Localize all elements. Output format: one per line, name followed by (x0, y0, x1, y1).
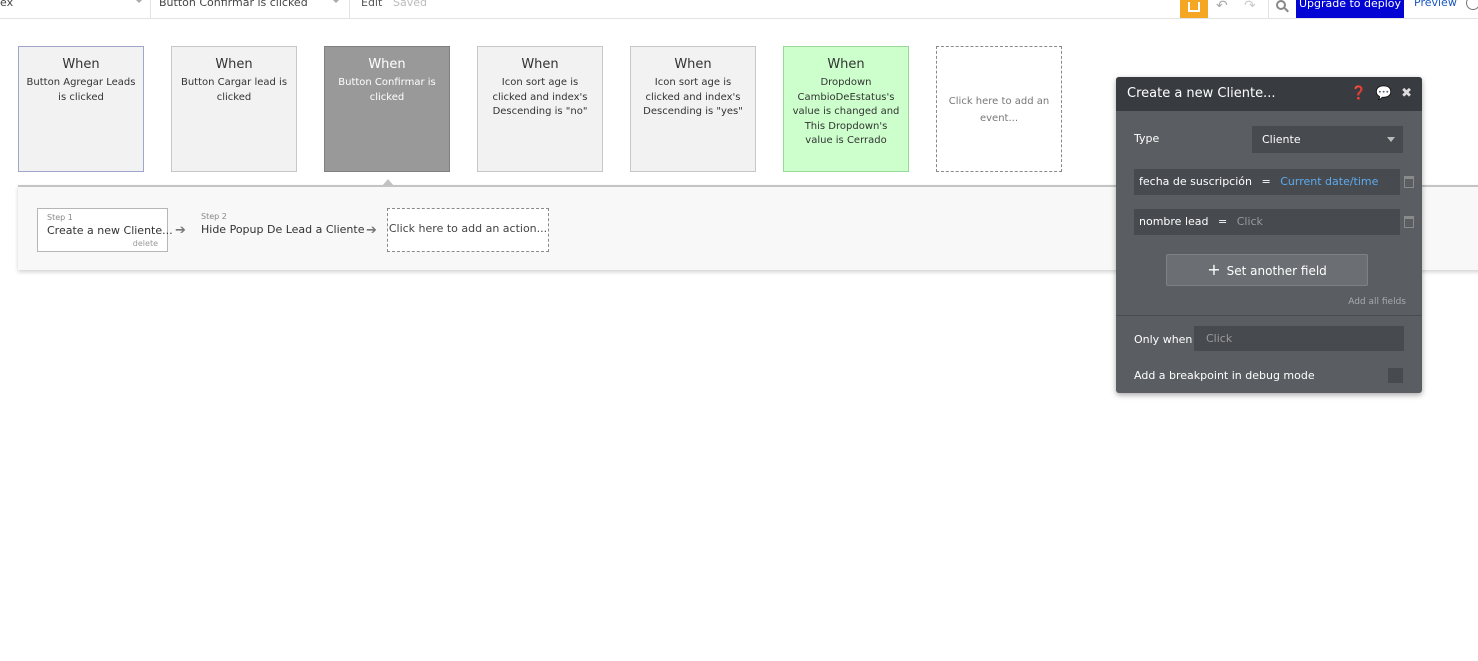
event-description: Button Cargar lead is clicked (180, 77, 288, 103)
help-icon[interactable] (1466, 0, 1478, 10)
set-another-field-label: Set another field (1226, 264, 1327, 278)
editor-header-icons: ❓ 💬 ✖ (1345, 77, 1412, 111)
only-when-input[interactable]: Click (1194, 326, 1404, 351)
event-when-label: When (62, 57, 100, 72)
search-icon-handle (1284, 7, 1289, 13)
search-button[interactable] (1268, 0, 1294, 18)
page-select[interactable]: ex (0, 0, 149, 18)
edit-link[interactable]: Edit (349, 0, 382, 18)
undo-icon[interactable]: ↶ (1216, 0, 1228, 14)
help-icon[interactable]: ❓ (1350, 77, 1366, 111)
event-when-label: When (215, 57, 253, 72)
event-when-label: When (368, 57, 406, 72)
action-property-editor: Create a new Cliente... ❓ 💬 ✖ Type Clien… (1116, 77, 1422, 393)
add-event-card[interactable]: Click here to add an event... (936, 46, 1062, 172)
chevron-down-icon (1387, 137, 1395, 142)
editor-header: Create a new Cliente... ❓ 💬 ✖ (1116, 77, 1422, 111)
redo-icon[interactable]: ↷ (1244, 0, 1256, 14)
page-select-value: ex (0, 0, 14, 9)
field-value[interactable]: Current date/time (1280, 175, 1378, 188)
home-button[interactable] (1180, 0, 1208, 18)
event-select[interactable]: Button Confirmar is clicked (150, 0, 348, 18)
arrow-right-icon: ➔ (366, 223, 377, 238)
add-action-button[interactable]: Click here to add an action... (387, 208, 549, 252)
add-all-fields-link[interactable]: Add all fields (1348, 297, 1406, 307)
event-card-agregar-leads[interactable]: When Button Agregar Leads is clicked (18, 46, 144, 172)
breakpoint-label: Add a breakpoint in debug mode (1134, 369, 1315, 382)
only-when-label: Only when (1134, 333, 1193, 346)
type-dropdown-value: Cliente (1262, 133, 1301, 146)
event-card-sort-age-yes[interactable]: When Icon sort age is clicked and index'… (630, 46, 756, 172)
set-another-field-button[interactable]: + Set another field (1166, 254, 1368, 286)
event-card-confirmar[interactable]: When Button Confirmar is clicked (324, 46, 450, 172)
field-equals: = (1261, 175, 1271, 188)
delete-step-link[interactable]: delete (133, 239, 158, 248)
chevron-down-icon (331, 0, 341, 3)
event-description: Button Agregar Leads is clicked (26, 77, 136, 103)
close-icon[interactable]: ✖ (1401, 77, 1412, 111)
saved-status: Saved (393, 0, 427, 9)
event-card-sort-age-no[interactable]: When Icon sort age is clicked and index'… (477, 46, 603, 172)
arrow-right-icon: ➔ (175, 223, 186, 238)
breakpoint-checkbox[interactable] (1388, 368, 1403, 383)
editor-title: Create a new Cliente... (1127, 86, 1276, 101)
step-title: Hide Popup De Lead a Cliente (201, 223, 365, 236)
field-row-fecha-de-suscripcion[interactable]: fecha de suscripción = Current date/time (1134, 169, 1400, 195)
event-description: Button Confirmar is clicked (338, 77, 436, 103)
step-number: Step 2 (201, 212, 227, 221)
editor-divider (1116, 315, 1422, 316)
action-step-2[interactable]: Step 2 Hide Popup De Lead a Cliente (192, 208, 365, 252)
event-when-label: When (674, 57, 712, 72)
trash-icon[interactable] (1404, 216, 1414, 228)
event-description: Icon sort age is clicked and index's Des… (492, 77, 588, 117)
step-number: Step 1 (47, 213, 73, 222)
type-label: Type (1134, 132, 1160, 145)
trash-icon[interactable] (1404, 176, 1414, 188)
field-name: fecha de suscripción (1139, 175, 1252, 188)
upgrade-to-deploy-button[interactable]: Upgrade to deploy (1296, 0, 1404, 18)
field-name: nombre lead (1139, 215, 1209, 228)
action-step-1[interactable]: Step 1 Create a new Cliente... delete (37, 208, 173, 252)
event-card-dropdown-estatus[interactable]: When Dropdown CambioDeEstatus's value is… (783, 46, 909, 172)
add-event-label: Click here to add an event... (948, 96, 1050, 124)
field-row-nombre-lead[interactable]: nombre lead = Click (1134, 209, 1400, 235)
type-dropdown[interactable]: Cliente (1252, 126, 1403, 153)
field-value[interactable]: Click (1237, 215, 1263, 228)
event-when-label: When (827, 57, 865, 72)
comment-icon[interactable]: 💬 (1376, 77, 1392, 111)
event-when-label: When (521, 57, 559, 72)
step-title: Create a new Cliente... (47, 224, 173, 237)
chevron-down-icon (134, 0, 144, 3)
event-description: Dropdown CambioDeEstatus's value is chan… (792, 77, 900, 146)
home-icon (1188, 2, 1200, 12)
preview-link[interactable]: Preview (1414, 0, 1457, 9)
event-card-cargar-lead[interactable]: When Button Cargar lead is clicked (171, 46, 297, 172)
event-description: Icon sort age is clicked and index's Des… (643, 77, 743, 117)
plus-icon: + (1207, 260, 1221, 279)
event-select-value: Button Confirmar is clicked (159, 0, 308, 9)
field-equals: = (1218, 215, 1228, 228)
top-toolbar: ex Button Confirmar is clicked Edit Save… (0, 0, 1478, 19)
